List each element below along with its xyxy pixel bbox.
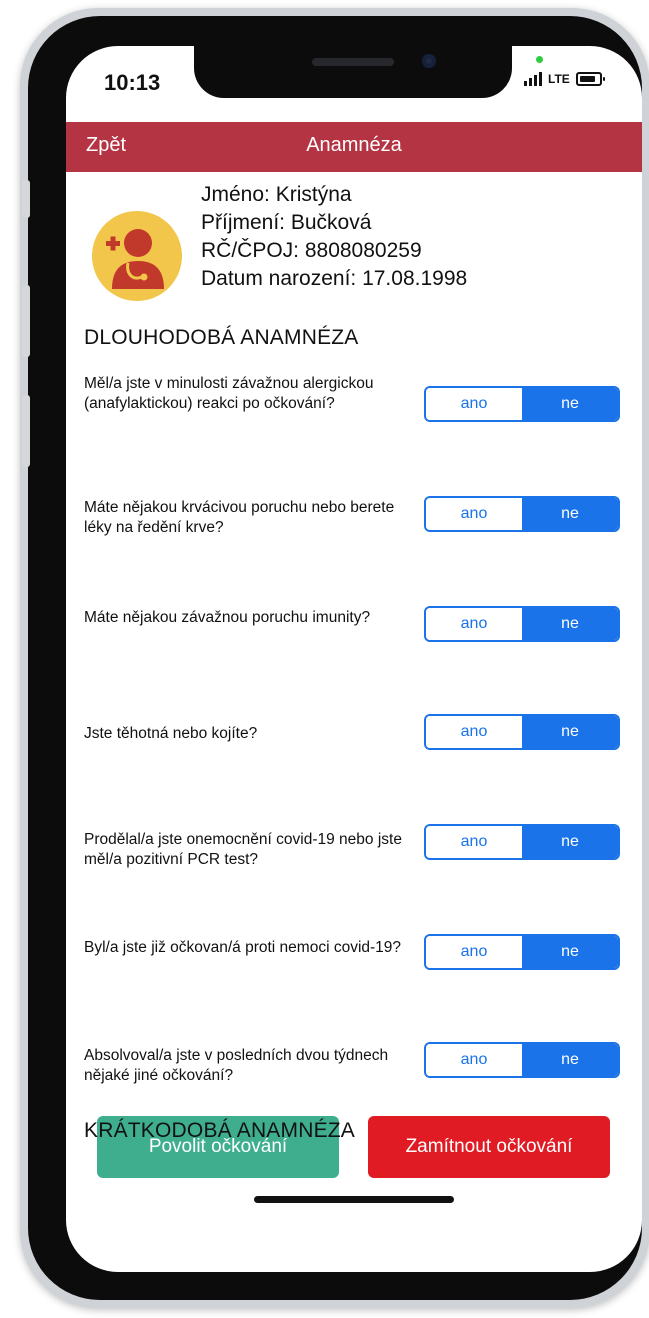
page-title: Anamnéza: [306, 134, 402, 156]
doctor-icon: [92, 211, 182, 301]
question-text: Prodělal/a jste onemocnění covid-19 nebo…: [84, 831, 402, 868]
answer-toggle: ano ne: [424, 606, 620, 642]
signal-icon: [524, 72, 542, 86]
question-text: Jste těhotná nebo kojíte?: [84, 725, 258, 742]
answer-toggle: ano ne: [424, 934, 620, 970]
answer-no-button[interactable]: ne: [522, 826, 618, 858]
patient-surname: Příjmení: Bučková: [201, 211, 372, 234]
answer-yes-button[interactable]: ano: [426, 936, 522, 968]
answer-yes-button[interactable]: ano: [426, 716, 522, 748]
battery-icon: [575, 72, 605, 86]
section-long-term: DLOUHODOBÁ ANAMNÉZA: [84, 326, 359, 349]
status-time: 10:13: [104, 70, 161, 95]
volume-down-button: [22, 395, 30, 467]
question-text: Máte nějakou závažnou poruchu imunity?: [84, 609, 371, 626]
patient-name: Jméno: Kristýna: [201, 183, 352, 206]
question-text: Měl/a jste v minulosti závažnou alergick…: [84, 375, 374, 412]
answer-no-button[interactable]: ne: [522, 388, 618, 420]
network-label: LTE: [548, 72, 570, 86]
answer-toggle: ano ne: [424, 1042, 620, 1078]
patient-info: Jméno: Kristýna Příjmení: Bučková RČ/ČPO…: [201, 181, 467, 293]
patient-birthdate: Datum narození: 17.08.1998: [201, 267, 468, 290]
mic-indicator: [536, 56, 543, 63]
answer-toggle: ano ne: [424, 714, 620, 750]
question-text: Absolvoval/a jste v posledních dvou týdn…: [84, 1047, 389, 1084]
front-camera: [422, 54, 436, 68]
patient-id: RČ/ČPOJ: 8808080259: [201, 239, 422, 262]
notch: [194, 46, 512, 98]
answer-yes-button[interactable]: ano: [426, 1044, 522, 1076]
answer-yes-button[interactable]: ano: [426, 388, 522, 420]
answer-yes-button[interactable]: ano: [426, 608, 522, 640]
volume-up-button: [22, 285, 30, 357]
app-screen: 10:13 LTE Zpět Anamnéza Jméno: Kristýna …: [66, 46, 642, 1272]
answer-toggle: ano ne: [424, 496, 620, 532]
answer-toggle: ano ne: [424, 386, 620, 422]
home-indicator[interactable]: [254, 1196, 454, 1203]
deny-vaccination-button[interactable]: Zamítnout očkování: [368, 1116, 610, 1178]
answer-yes-button[interactable]: ano: [426, 498, 522, 530]
navigation-bar: Zpět Anamnéza: [66, 122, 642, 172]
answer-no-button[interactable]: ne: [522, 936, 618, 968]
section-short-term: KRÁTKODOBÁ ANAMNÉZA: [84, 1119, 356, 1142]
question-text: Máte nějakou krvácivou poruchu nebo bere…: [84, 499, 395, 536]
question-text: Byl/a jste již očkovan/á proti nemoci co…: [84, 939, 402, 956]
answer-yes-button[interactable]: ano: [426, 826, 522, 858]
answer-no-button[interactable]: ne: [522, 608, 618, 640]
speaker-grille: [312, 58, 394, 66]
silent-switch: [22, 180, 30, 218]
answer-no-button[interactable]: ne: [522, 716, 618, 748]
answer-toggle: ano ne: [424, 824, 620, 860]
answer-no-button[interactable]: ne: [522, 498, 618, 530]
status-icons: LTE: [524, 72, 605, 86]
answer-no-button[interactable]: ne: [522, 1044, 618, 1076]
